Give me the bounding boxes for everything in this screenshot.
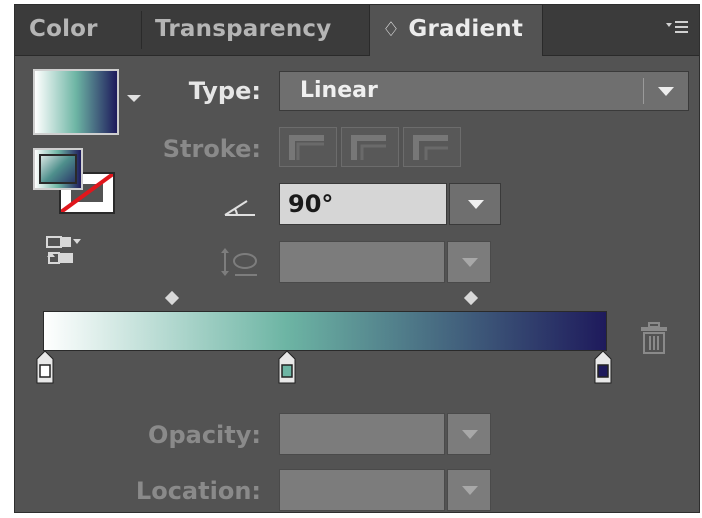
location-dropdown-button[interactable]	[447, 469, 491, 511]
type-value: Linear	[300, 78, 378, 103]
tab-gradient[interactable]: ♢ Gradient	[369, 5, 543, 56]
chevron-down-icon	[468, 200, 484, 209]
gradient-menu-arrow-icon[interactable]	[127, 95, 141, 102]
trash-icon[interactable]	[639, 321, 669, 355]
gradient-slider[interactable]	[43, 311, 607, 351]
chevron-down-icon	[462, 430, 478, 439]
fill-swatch[interactable]	[33, 148, 83, 190]
type-label: Type:	[188, 77, 261, 105]
location-input[interactable]	[279, 469, 445, 511]
aspect-ratio-input[interactable]	[279, 241, 445, 283]
gradient-type-select[interactable]: Linear	[279, 71, 689, 111]
aspect-ratio-field	[279, 241, 491, 283]
aspect-ratio-icon	[217, 245, 261, 279]
location-field	[279, 469, 491, 511]
opacity-field	[279, 413, 491, 455]
midpoint-diamond[interactable]	[463, 290, 479, 306]
stroke-across-button[interactable]	[403, 127, 461, 167]
angle-input[interactable]: 90°	[279, 183, 447, 225]
aspect-ratio-dropdown-button[interactable]	[447, 241, 491, 283]
chevron-down-icon	[658, 87, 674, 96]
tab-color[interactable]: Color	[29, 5, 98, 55]
fill-stroke-indicator	[33, 148, 123, 218]
gradient-stop[interactable]	[35, 349, 55, 385]
angle-dropdown-button[interactable]	[449, 183, 501, 225]
stroke-along-button[interactable]	[341, 127, 399, 167]
stroke-within-button[interactable]	[279, 127, 337, 167]
location-label: Location:	[135, 477, 261, 505]
tab-transparency[interactable]: Transparency	[155, 5, 331, 55]
gradient-panel: Color Transparency ♢ Gradient Type: Line…	[14, 4, 700, 513]
stroke-label: Stroke:	[162, 135, 261, 163]
tab-collapse-icon: ♢	[382, 17, 401, 41]
opacity-input[interactable]	[279, 413, 445, 455]
tab-bar: Color Transparency ♢ Gradient	[15, 5, 699, 56]
tab-divider	[141, 11, 142, 49]
gradient-thumbnail[interactable]	[33, 69, 119, 135]
gradient-stop[interactable]	[277, 349, 297, 385]
type-dropdown-button[interactable]	[644, 72, 688, 110]
reverse-gradient-icon[interactable]	[45, 235, 85, 267]
gradient-stop[interactable]	[593, 349, 613, 385]
chevron-down-icon	[462, 258, 478, 267]
midpoint-diamond[interactable]	[164, 290, 180, 306]
angle-icon	[221, 197, 261, 219]
chevron-down-icon	[462, 486, 478, 495]
angle-field: 90°	[279, 183, 501, 225]
tab-gradient-label: Gradient	[408, 16, 524, 42]
opacity-dropdown-button[interactable]	[447, 413, 491, 455]
opacity-label: Opacity:	[148, 421, 261, 449]
panel-menu-icon[interactable]	[663, 17, 691, 43]
